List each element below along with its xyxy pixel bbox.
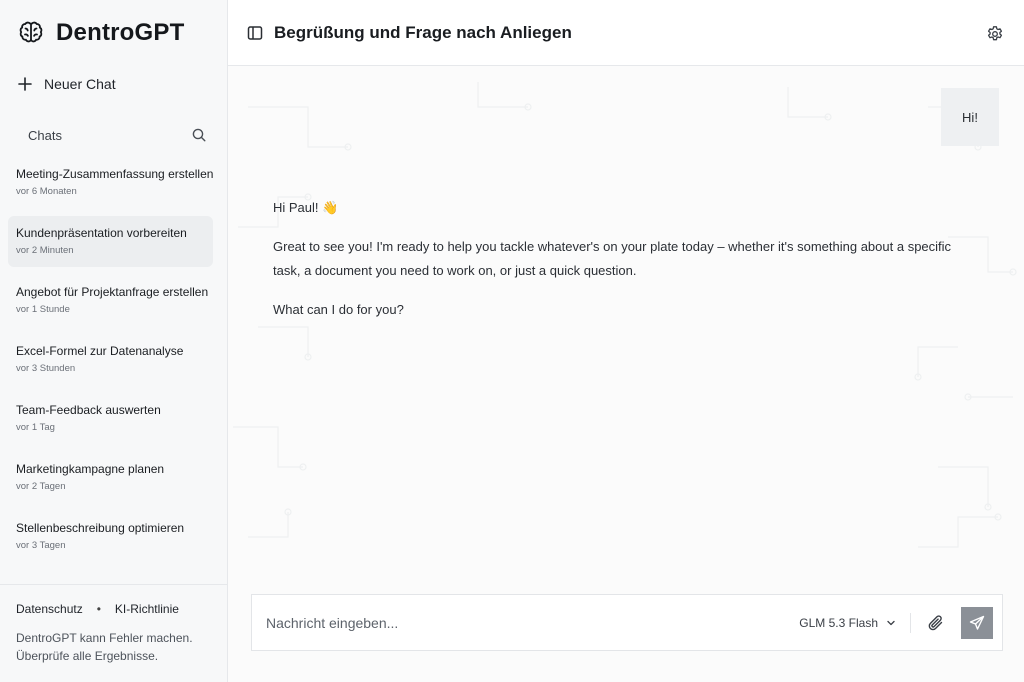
new-chat-label: Neuer Chat bbox=[44, 76, 116, 92]
main-panel: Begrüßung und Frage nach Anliegen Hi! Hi… bbox=[228, 0, 1024, 682]
assistant-greeting: Hi Paul! 👋 bbox=[273, 200, 339, 215]
sidebar-footer: Datenschutz • KI-Richtlinie DentroGPT ka… bbox=[0, 584, 227, 682]
brain-icon bbox=[19, 21, 43, 43]
chat-title: Begrüßung und Frage nach Anliegen bbox=[274, 22, 572, 42]
chat-item-time: vor 6 Monaten bbox=[16, 186, 77, 197]
chat-item-time: vor 1 Stunde bbox=[16, 304, 70, 315]
model-name: GLM 5.3 Flash bbox=[799, 615, 878, 630]
chat-item-time: vor 2 Tagen bbox=[16, 481, 66, 492]
chat-item-time: vor 3 Stunden bbox=[16, 363, 76, 374]
chat-item-title: Angebot für Projektanfrage erstellen bbox=[16, 285, 209, 299]
chat-list-item[interactable]: Excel-Formel zur Datenanalyse vor 3 Stun… bbox=[8, 334, 213, 385]
assistant-body: Great to see you! I'm ready to help you … bbox=[273, 238, 952, 279]
plus-icon bbox=[18, 77, 32, 91]
message-input[interactable] bbox=[252, 595, 800, 650]
privacy-link[interactable]: Datenschutz bbox=[16, 602, 83, 616]
chat-list-item[interactable]: Meeting-Zusammenfassung erstellen vor 6 … bbox=[8, 157, 213, 208]
circuit-background bbox=[233, 82, 1017, 548]
disclaimer-line-1: DentroGPT kann Fehler machen. bbox=[16, 631, 193, 645]
chat-list-item[interactable]: Stellenbeschreibung optimieren vor 3 Tag… bbox=[8, 511, 213, 562]
chat-item-title: Meeting-Zusammenfassung erstellen bbox=[16, 167, 213, 181]
brand-name: DentroGPT bbox=[56, 19, 185, 46]
chat-list-item-active[interactable]: Kundenpräsentation vorbereiten vor 2 Min… bbox=[8, 216, 213, 267]
message-composer: GLM 5.3 Flash bbox=[251, 594, 1003, 651]
chat-item-title: Kundenpräsentation vorbereiten bbox=[16, 226, 187, 240]
chat-list-item[interactable]: Angebot für Projektanfrage erstellen vor… bbox=[8, 275, 213, 326]
chat-item-title: Marketingkampagne planen bbox=[16, 462, 165, 476]
ai-policy-link[interactable]: KI-Richtlinie bbox=[115, 602, 179, 616]
model-selector[interactable]: GLM 5.3 Flash bbox=[799, 612, 911, 633]
chat-list: Meeting-Zusammenfassung erstellen vor 6 … bbox=[8, 157, 213, 570]
sidebar-toggle-icon[interactable] bbox=[246, 24, 264, 42]
chat-list-item[interactable]: Marketingkampagne planen vor 2 Tagen bbox=[8, 452, 213, 503]
disclaimer: DentroGPT kann Fehler machen. Überprüfe … bbox=[16, 629, 211, 665]
disclaimer-line-2: Überprüfe alle Ergebnisse. bbox=[16, 649, 159, 663]
user-message-bubble: Hi! bbox=[941, 88, 999, 146]
chat-item-time: vor 3 Tagen bbox=[16, 540, 66, 551]
send-button[interactable] bbox=[961, 606, 993, 639]
app-window: DentroGPT Neuer Chat Chats Meeting-Zusam… bbox=[0, 0, 1024, 682]
footer-links: Datenschutz • KI-Richtlinie bbox=[16, 602, 211, 616]
brand[interactable]: DentroGPT bbox=[16, 16, 184, 50]
gear-icon[interactable] bbox=[986, 25, 1004, 43]
search-icon bbox=[192, 128, 206, 142]
link-separator: • bbox=[96, 602, 101, 616]
assistant-message: Hi Paul! 👋 Great to see you! I'm ready t… bbox=[273, 196, 973, 336]
chat-item-title: Excel-Formel zur Datenanalyse bbox=[16, 344, 184, 358]
chevron-down-icon bbox=[887, 620, 895, 625]
chats-label: Chats bbox=[28, 127, 62, 143]
sidebar: DentroGPT Neuer Chat Chats Meeting-Zusam… bbox=[0, 0, 228, 682]
search-chats-button[interactable] bbox=[190, 126, 208, 144]
new-chat-button[interactable]: Neuer Chat bbox=[14, 70, 214, 98]
chat-list-item[interactable]: Team-Feedback auswerten vor 1 Tag bbox=[8, 393, 213, 444]
chat-item-time: vor 1 Tag bbox=[16, 422, 55, 433]
chat-item-title: Stellenbeschreibung optimieren bbox=[16, 521, 185, 535]
paperclip-icon[interactable] bbox=[926, 613, 946, 633]
chat-item-time: vor 2 Minuten bbox=[16, 245, 74, 256]
chat-item-title: Team-Feedback auswerten bbox=[16, 403, 161, 417]
chats-section-header: Chats bbox=[28, 124, 208, 146]
chat-header: Begrüßung und Frage nach Anliegen bbox=[228, 0, 1024, 66]
assistant-question: What can I do for you? bbox=[273, 301, 404, 317]
send-icon bbox=[969, 615, 985, 630]
